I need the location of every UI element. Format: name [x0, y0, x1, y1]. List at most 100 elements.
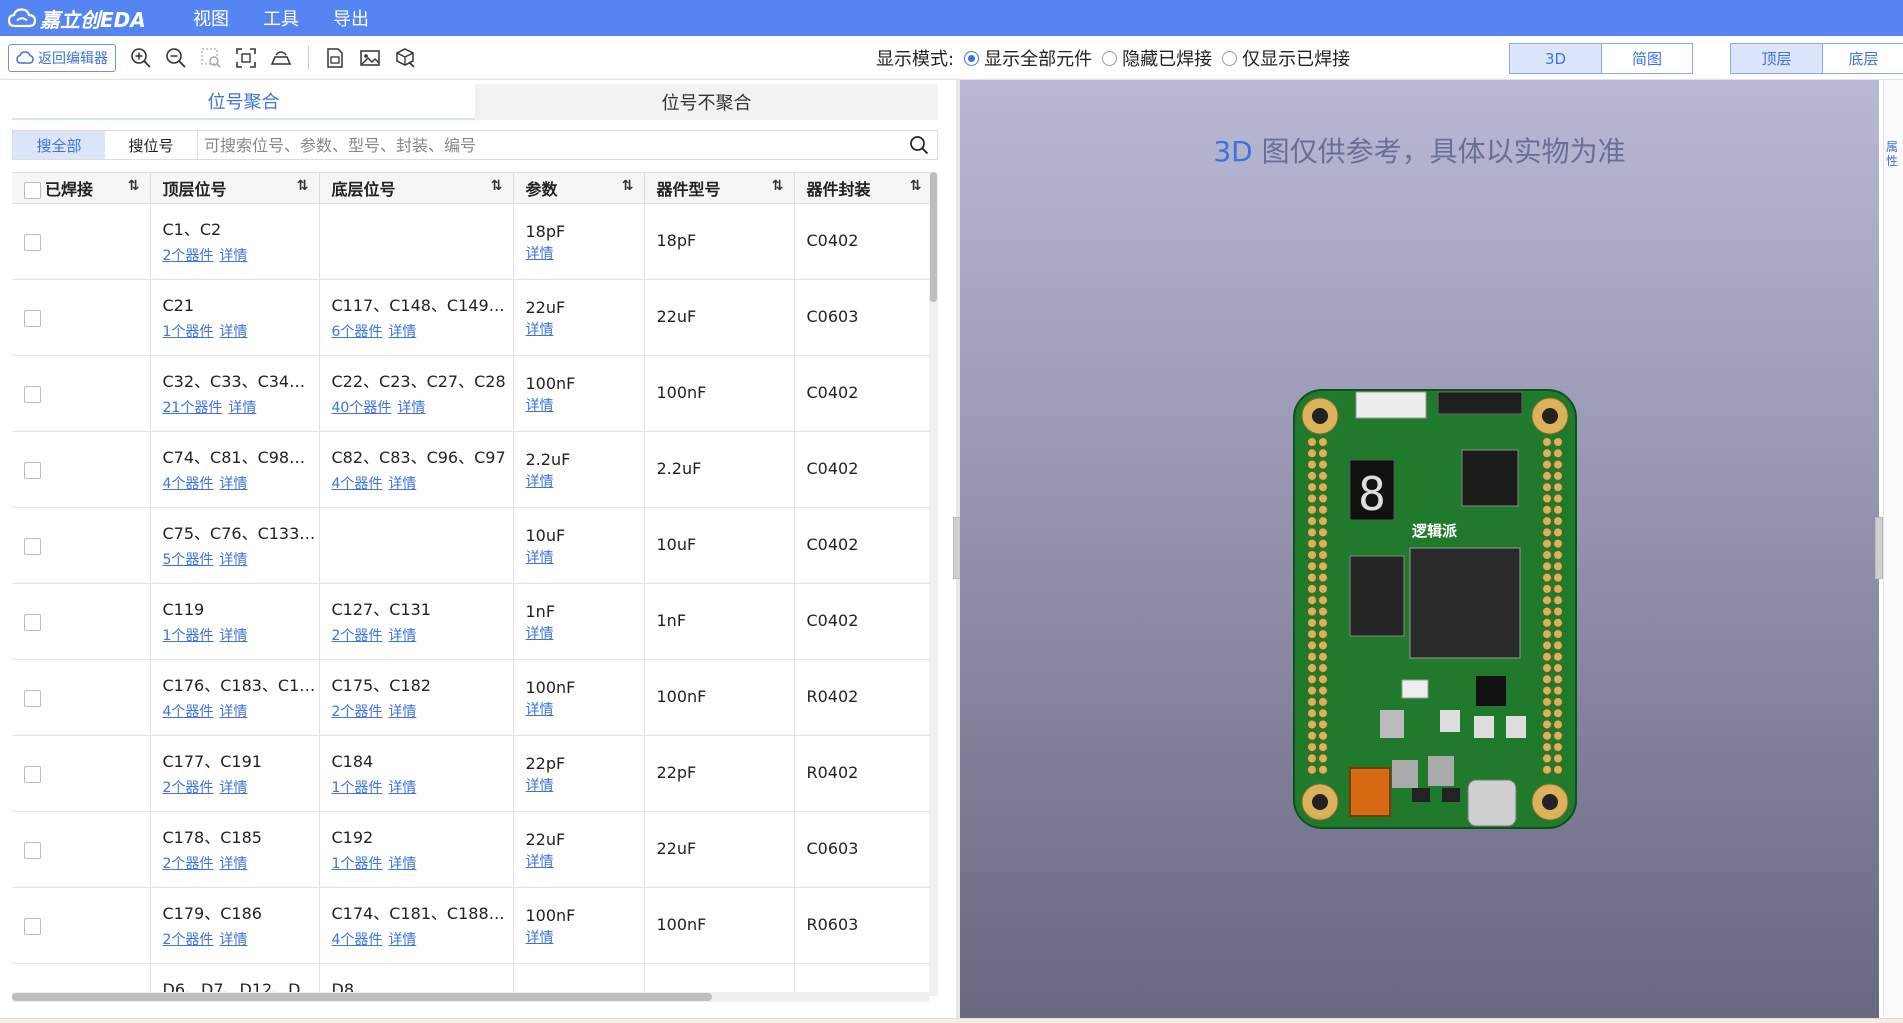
soldered-checkbox[interactable] [24, 537, 41, 555]
component-count-link[interactable]: 2个器件 [163, 248, 214, 264]
radio-show-all-dot[interactable] [964, 50, 980, 66]
table-row[interactable]: C179、C1862个器件详情C174、C181、C188、C1934个器件详情… [12, 887, 932, 964]
table-row[interactable]: C119 1个器件 详情 C127、C131 2个器件 详情 1nF 详情 1nF C0402 [12, 583, 932, 660]
sort-icon[interactable]: ⇅ [297, 178, 309, 194]
menu-view[interactable]: 视图 [193, 5, 229, 31]
sort-icon[interactable]: ⇅ [910, 178, 922, 194]
detail-link[interactable]: 详情 [388, 932, 416, 948]
detail-link[interactable]: 详情 [219, 704, 247, 720]
flip-board-icon[interactable] [268, 45, 294, 71]
detail-link[interactable]: 详情 [219, 552, 247, 568]
radio-only-soldered[interactable]: 仅显示已焊接 [1222, 45, 1350, 71]
component-count-link[interactable]: 4个器件 [163, 476, 214, 492]
table-row[interactable]: C1、C2 2个器件 详情 18pF 详情 18pF C0402 [12, 203, 932, 280]
detail-link[interactable]: 详情 [526, 474, 554, 490]
soldered-checkbox[interactable] [24, 233, 41, 251]
component-count-link[interactable]: 2个器件 [332, 704, 383, 720]
soldered-checkbox[interactable] [24, 385, 41, 403]
soldered-checkbox[interactable] [24, 309, 41, 327]
tab-aggregated[interactable]: 位号聚合 [12, 84, 475, 120]
sort-icon[interactable]: ⇅ [128, 178, 140, 194]
vertical-scrollbar[interactable] [929, 172, 938, 996]
col-soldered-header[interactable]: 已焊接 ⇅ [12, 173, 151, 204]
zoom-in-icon[interactable] [128, 45, 154, 71]
col-bottom-designator-header[interactable]: 底层位号 ⇅ [319, 173, 514, 204]
detail-link[interactable]: 详情 [526, 930, 554, 946]
radio-show-all[interactable]: 显示全部元件 [964, 45, 1092, 71]
sort-icon[interactable]: ⇅ [772, 178, 784, 194]
detail-link[interactable]: 详情 [388, 704, 416, 720]
soldered-checkbox[interactable] [24, 765, 41, 783]
search-designator-button[interactable]: 搜位号 [105, 131, 198, 159]
detail-link[interactable]: 详情 [526, 322, 554, 338]
soldered-checkbox[interactable] [24, 689, 41, 707]
zoom-out-icon[interactable] [163, 45, 189, 71]
detail-link[interactable]: 详情 [388, 476, 416, 492]
col-package-header[interactable]: 器件封装 ⇅ [794, 173, 932, 204]
menu-tools[interactable]: 工具 [263, 5, 299, 31]
detail-link[interactable]: 详情 [219, 476, 247, 492]
soldered-checkbox[interactable] [24, 841, 41, 859]
detail-link[interactable]: 详情 [219, 780, 247, 796]
3d-viewport[interactable]: 3D 图仅供参考，具体以实物为准 8 逻辑派 [960, 80, 1879, 1018]
component-count-link[interactable]: 21个器件 [163, 400, 223, 416]
col-model-header[interactable]: 器件型号 ⇅ [644, 173, 795, 204]
component-count-link[interactable]: 4个器件 [332, 476, 383, 492]
properties-tab-label[interactable]: 属性 [1886, 140, 1902, 168]
pcb-board-3d[interactable]: 8 逻辑派 [1292, 388, 1578, 830]
menu-export[interactable]: 导出 [333, 5, 369, 31]
search-icon[interactable] [901, 131, 937, 159]
component-count-link[interactable]: 5个器件 [163, 552, 214, 568]
horizontal-scroll-thumb[interactable] [12, 993, 712, 1001]
radio-only-soldered-dot[interactable] [1222, 50, 1238, 66]
detail-link[interactable]: 详情 [388, 324, 416, 340]
search-input[interactable] [198, 131, 901, 159]
vertical-scroll-thumb[interactable] [930, 172, 937, 302]
component-count-link[interactable]: 6个器件 [332, 324, 383, 340]
detail-link[interactable]: 详情 [219, 628, 247, 644]
table-row[interactable]: C178、C185 2个器件 详情 C192 1个器件 详情 22uF 详情 22uF C0603 [12, 811, 932, 888]
back-to-editor-button[interactable]: 返回编辑器 [8, 43, 116, 72]
detail-link[interactable]: 详情 [526, 854, 554, 870]
col-top-designator-header[interactable]: 顶层位号 ⇅ [150, 173, 320, 204]
detail-link[interactable]: 详情 [219, 856, 247, 872]
layer-bottom-button[interactable]: 底层 [1822, 44, 1903, 73]
horizontal-scrollbar[interactable] [12, 992, 929, 1002]
sort-icon[interactable]: ⇅ [491, 178, 503, 194]
component-count-link[interactable]: 4个器件 [332, 932, 383, 948]
table-row[interactable]: C211个器件详情C117、C148、C149、C150、C1516个器件详情2… [12, 279, 932, 356]
detail-link[interactable]: 详情 [397, 400, 425, 416]
component-count-link[interactable]: 1个器件 [163, 628, 214, 644]
right-side-panel[interactable] [1883, 80, 1903, 1018]
component-count-link[interactable]: 2个器件 [163, 856, 214, 872]
soldered-checkbox[interactable] [24, 917, 41, 935]
export-bom-icon[interactable] [322, 45, 348, 71]
zoom-area-icon[interactable] [198, 45, 224, 71]
component-count-link[interactable]: 2个器件 [163, 780, 214, 796]
component-count-link[interactable]: 40个器件 [332, 400, 392, 416]
layer-top-button[interactable]: 顶层 [1731, 44, 1822, 73]
detail-link[interactable]: 详情 [219, 324, 247, 340]
view-schematic-button[interactable]: 简图 [1601, 44, 1692, 73]
sort-icon[interactable]: ⇅ [622, 178, 634, 194]
table-row[interactable]: C32、C33、C34、C3521个器件详情C22、C23、C27、C2840个… [12, 355, 932, 432]
component-count-link[interactable]: 4个器件 [163, 704, 214, 720]
detail-link[interactable]: 详情 [526, 626, 554, 642]
component-count-link[interactable]: 1个器件 [332, 780, 383, 796]
detail-link[interactable]: 详情 [526, 778, 554, 794]
detail-link[interactable]: 详情 [526, 246, 554, 262]
detail-link[interactable]: 详情 [219, 248, 247, 264]
detail-link[interactable]: 详情 [388, 780, 416, 796]
table-row[interactable]: C177、C191 2个器件 详情 C184 1个器件 详情 22pF 详情 22pF R0402 [12, 735, 932, 812]
export-3d-icon[interactable] [392, 45, 418, 71]
detail-link[interactable]: 详情 [228, 400, 256, 416]
radio-hide-soldered[interactable]: 隐藏已焊接 [1102, 45, 1212, 71]
detail-link[interactable]: 详情 [219, 932, 247, 948]
image-icon[interactable] [357, 45, 383, 71]
detail-link[interactable]: 详情 [526, 550, 554, 566]
component-count-link[interactable]: 2个器件 [163, 932, 214, 948]
table-row[interactable]: C176、C183、C189、C1904个器件详情C175、C1822个器件详情… [12, 659, 932, 736]
component-count-link[interactable]: 2个器件 [332, 628, 383, 644]
fit-view-icon[interactable] [233, 45, 259, 71]
col-param-header[interactable]: 参数 ⇅ [513, 173, 645, 204]
